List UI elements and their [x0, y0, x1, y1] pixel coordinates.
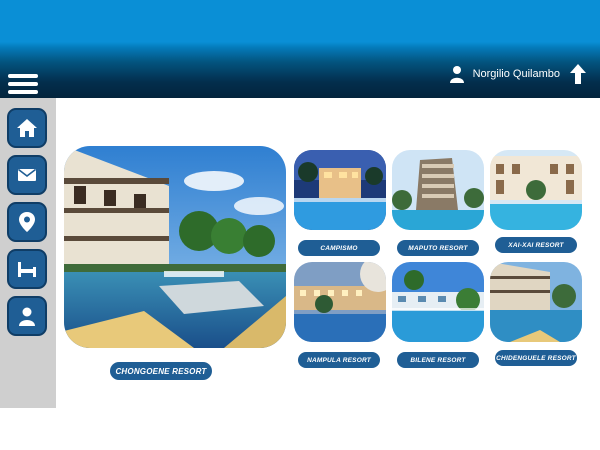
resort-photo: [294, 262, 386, 342]
resort-photo: [294, 150, 386, 230]
resort-photo: [392, 150, 484, 230]
hamburger-menu-icon[interactable]: [8, 74, 38, 94]
resort-card-xai-xai[interactable]: [490, 150, 582, 230]
sidebar-home-button[interactable]: [7, 108, 47, 148]
sidebar-bed-button[interactable]: [7, 249, 47, 289]
home-icon: [17, 119, 37, 137]
user-icon: [449, 66, 464, 83]
sidebar-location-button[interactable]: [7, 202, 47, 242]
resort-card-chongoene[interactable]: [64, 146, 286, 348]
resort-photo: [64, 146, 286, 348]
sidebar: [0, 98, 56, 408]
up-arrow-icon[interactable]: [570, 64, 586, 84]
resort-label-campismo[interactable]: CAMPISMO: [298, 240, 380, 256]
resort-card-nampula[interactable]: [294, 262, 386, 342]
resort-card-campismo[interactable]: [294, 150, 386, 230]
resort-card-bilene[interactable]: [392, 262, 484, 342]
top-bar: Norgilio Quilambo: [0, 0, 600, 98]
resort-photo: [490, 262, 582, 342]
resort-label-bilene[interactable]: BILENE RESORT: [397, 352, 479, 368]
resort-photo: [490, 150, 582, 230]
resort-label-xai-xai[interactable]: XAI-XAI RESORT: [495, 237, 577, 253]
resort-label-chidenguele[interactable]: CHIDENGUELE RESORT: [495, 350, 577, 366]
resort-label-chongoene[interactable]: CHONGOENE RESORT: [110, 362, 212, 380]
resort-card-maputo[interactable]: [392, 150, 484, 230]
sidebar-mail-button[interactable]: [7, 155, 47, 195]
resort-label-nampula[interactable]: NAMPULA RESORT: [298, 352, 380, 368]
bed-icon: [18, 262, 36, 277]
user-area[interactable]: Norgilio Quilambo: [449, 62, 586, 86]
resort-card-chidenguele[interactable]: [490, 262, 582, 342]
mail-icon: [18, 168, 36, 181]
sidebar-profile-button[interactable]: [7, 296, 47, 336]
location-pin-icon: [19, 212, 35, 232]
resort-photo: [392, 262, 484, 342]
user-name[interactable]: Norgilio Quilambo: [473, 68, 560, 80]
resort-label-maputo[interactable]: MAPUTO RESORT: [397, 240, 479, 256]
profile-icon: [19, 307, 35, 326]
